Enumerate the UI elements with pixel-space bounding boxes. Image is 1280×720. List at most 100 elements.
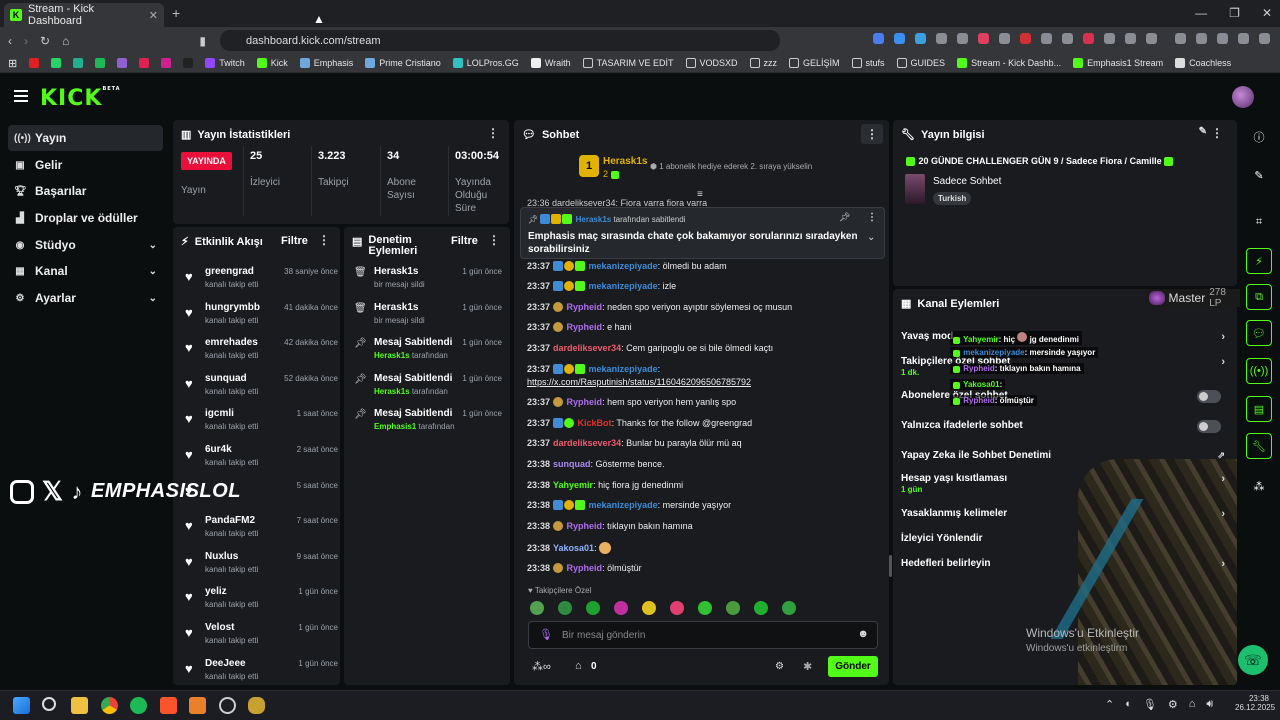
edit-icon[interactable]: ✎	[1199, 126, 1207, 137]
chat-username[interactable]: Yahyemir	[553, 480, 593, 490]
top-gifter-name[interactable]: Herask1s	[603, 156, 647, 167]
volume-icon[interactable]: 🔊︎	[1206, 698, 1213, 711]
steam-icon[interactable]: ⚙	[1168, 698, 1178, 711]
close-tab-icon[interactable]: ✕	[149, 9, 158, 22]
sidebar-item-basarilar[interactable]: 🏆︎ Başarılar	[8, 178, 163, 204]
channel-action-row[interactable]: Hesap yaşı kısıtlaması 1 gün ›	[901, 473, 1231, 494]
channel-action-row[interactable]: Hedefleri belirleyin ›	[901, 558, 1231, 578]
kick-logo[interactable]: KICKBETA	[40, 86, 121, 111]
bookmark-item[interactable]: Emphasis	[299, 58, 353, 68]
minimize-icon[interactable]: —	[1195, 6, 1207, 20]
sidebar-item-ayarlar[interactable]: ⚙ Ayarlar ⌄	[8, 285, 163, 311]
extension-icon[interactable]	[978, 33, 989, 44]
chat-username[interactable]: mekanizepiyade	[589, 261, 658, 271]
sidebar-item-kanal[interactable]: ▦ Kanal ⌄	[8, 258, 163, 284]
extension-icon[interactable]	[894, 33, 905, 44]
chat-username[interactable]: Rypheid	[567, 563, 603, 573]
more-icon[interactable]: ⋮	[861, 124, 883, 144]
chat-username[interactable]: KickBot	[578, 418, 612, 428]
forward-icon[interactable]: ›	[24, 34, 28, 48]
broadcast-button-icon[interactable]: ((•))	[1246, 358, 1272, 384]
maximize-icon[interactable]: ❐	[1229, 6, 1240, 20]
bolt-button-icon[interactable]: ⚡︎	[1246, 248, 1272, 274]
apps-icon[interactable]: ⊞	[8, 57, 17, 70]
extension-icon[interactable]	[1104, 33, 1115, 44]
avatar[interactable]	[1232, 86, 1254, 108]
browser-tab[interactable]: K Stream - Kick Dashboard ✕	[4, 3, 164, 27]
store-icon[interactable]: ⌂	[575, 660, 582, 672]
more-icon[interactable]: ⋮	[487, 126, 499, 140]
emote-icon[interactable]	[754, 601, 768, 615]
sidebar-icon[interactable]	[1196, 33, 1207, 44]
mic-icon[interactable]: 🎙︎	[539, 628, 553, 641]
moderator-icon[interactable]: ✱	[803, 660, 812, 673]
settings-gear-icon[interactable]: ⚙	[775, 661, 784, 672]
chat-button-icon[interactable]: 💬︎	[1246, 320, 1272, 346]
chat-username[interactable]: mekanizepiyade	[589, 281, 658, 291]
emote-icon[interactable]	[558, 601, 572, 615]
extension-icon[interactable]	[1146, 33, 1157, 44]
extension-icon[interactable]	[936, 33, 947, 44]
extension-icon[interactable]	[1083, 33, 1094, 44]
wrench-button-icon[interactable]: 🔧︎	[1246, 433, 1272, 459]
bookmark-icon[interactable]: ▮	[199, 34, 206, 48]
chat-username[interactable]: dardeliksever34	[553, 438, 621, 448]
emote-icon[interactable]	[670, 601, 684, 615]
file-explorer-icon[interactable]	[71, 697, 88, 714]
chat-input[interactable]: 🎙︎ Bir mesaj gönderin ☻	[528, 621, 878, 649]
extension-icon[interactable]	[1125, 33, 1136, 44]
shield-icon[interactable]	[1238, 33, 1249, 44]
chat-username[interactable]: mekanizepiyade	[589, 500, 658, 510]
tiktok-icon[interactable]	[183, 58, 194, 68]
bookmark-folder[interactable]: TASARIM VE EDİT	[582, 58, 674, 68]
windows-start-icon[interactable]	[13, 697, 30, 714]
app-icon[interactable]	[219, 697, 236, 714]
more-icon[interactable]: ⋮	[318, 233, 330, 247]
new-tab-icon[interactable]: +	[172, 5, 180, 21]
bookmark-item[interactable]: Kick	[256, 58, 288, 68]
emoji-icon[interactable]: ☻	[857, 628, 869, 640]
bookmark-folder[interactable]: stufs	[851, 58, 885, 68]
back-icon[interactable]: ‹	[8, 34, 12, 48]
points-icon[interactable]: ⁂∞	[532, 660, 551, 673]
app-icon[interactable]	[189, 697, 206, 714]
bookmark-item[interactable]: Twitch	[205, 58, 245, 68]
chat-link[interactable]: https://x.com/Rasputinish/status/1160462…	[527, 377, 751, 387]
whatsapp-icon[interactable]	[51, 58, 62, 68]
network-icon[interactable]: ⌂	[1189, 698, 1196, 711]
emote-icon[interactable]	[530, 601, 544, 615]
category-name[interactable]: Sadece Sohbet	[933, 176, 1001, 187]
emote-icon[interactable]	[642, 601, 656, 615]
menu-icon[interactable]	[14, 90, 28, 102]
bookmark-icon[interactable]	[117, 58, 128, 68]
sidebar-item-droplar[interactable]: ▟ Droplar ve ödüller	[8, 205, 163, 231]
bookmark-item[interactable]: Coachless	[1175, 58, 1231, 68]
edit-icon[interactable]: ✎	[1246, 162, 1272, 188]
bookmark-item[interactable]: Prime Cristiano	[365, 58, 441, 68]
search-icon[interactable]	[42, 697, 56, 711]
close-window-icon[interactable]: ✕	[1262, 6, 1272, 20]
chevron-down-icon[interactable]: ⌄	[867, 232, 875, 243]
extension-icon[interactable]	[1020, 33, 1031, 44]
instagram-icon[interactable]	[161, 58, 172, 68]
info-icon[interactable]: ⓘ	[1246, 124, 1272, 150]
music-icon[interactable]	[1175, 33, 1186, 44]
more-icon[interactable]: ⋮	[867, 212, 877, 223]
channel-action-row[interactable]: Yapay Zeka ile Sohbet Denetimi ⇗	[901, 450, 1231, 470]
chat-username[interactable]: sunquad	[553, 459, 591, 469]
league-icon[interactable]	[248, 697, 265, 714]
more-icon[interactable]: ⋮	[488, 233, 500, 247]
bookmark-icon[interactable]	[73, 58, 84, 68]
chat-username[interactable]: mekanizepiyade	[589, 364, 658, 374]
chat-scrollbar[interactable]	[889, 555, 892, 577]
channel-action-row[interactable]: Yalnızca ifadelerle sohbet	[901, 420, 1231, 440]
toggle-switch[interactable]	[1197, 420, 1221, 433]
extension-icon[interactable]	[999, 33, 1010, 44]
spotify-icon[interactable]	[95, 58, 106, 68]
category-thumbnail[interactable]	[905, 174, 925, 204]
brave-icon[interactable]	[160, 697, 177, 714]
sidebar-item-studyo[interactable]: ◉ Stüdyo ⌄	[8, 232, 163, 258]
chat-username[interactable]: Rypheid	[567, 322, 603, 332]
bookmark-item[interactable]: Wraith	[530, 58, 571, 68]
extension-icon[interactable]	[957, 33, 968, 44]
